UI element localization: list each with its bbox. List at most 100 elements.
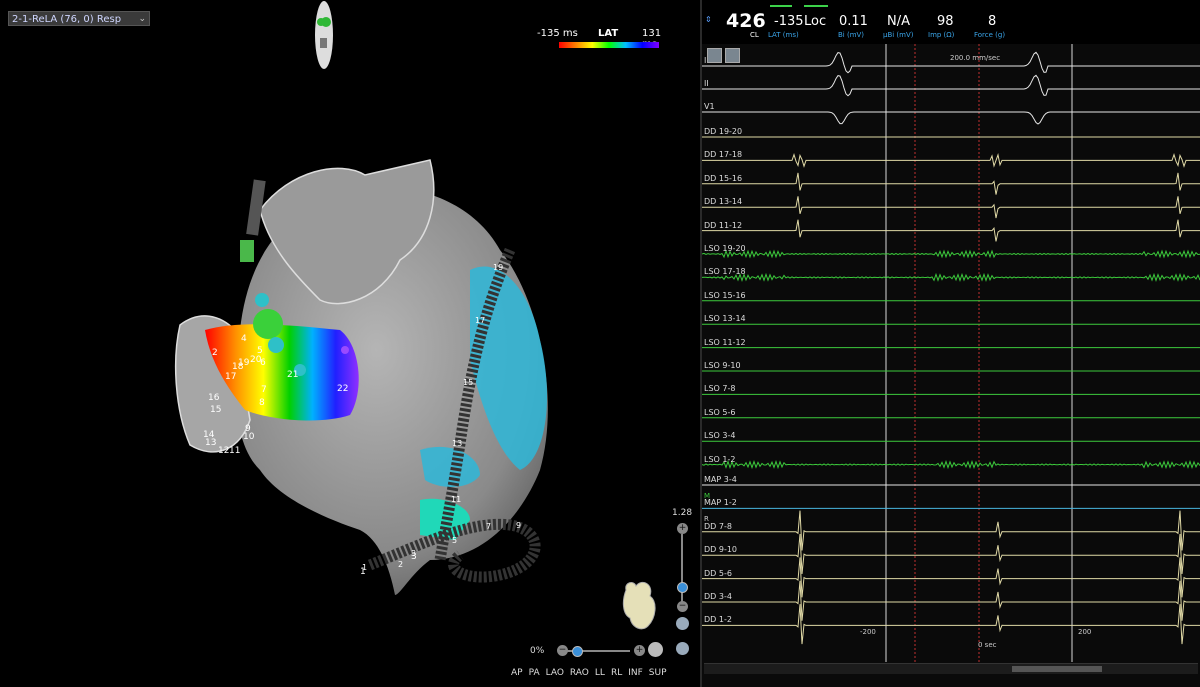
view-button-ap[interactable]: AP [511, 668, 523, 678]
opacity-slider[interactable] [566, 646, 630, 657]
electrode-label: 16 [208, 393, 220, 403]
catheter-electrode-label: 3 [411, 549, 417, 558]
signal-trace [702, 172, 1200, 195]
marker-r: R [704, 515, 709, 523]
measurement-header: ⇕ 426 CL -135 LAT (ms) Loc 0.11 Bi (mV) … [702, 0, 1200, 44]
view-sphere-icon[interactable] [648, 642, 663, 657]
catheter-electrode-label: 7 [486, 522, 492, 531]
signal-trace [702, 460, 1200, 470]
view-button-ll[interactable]: LL [595, 668, 605, 678]
scrollbar-thumb[interactable] [1012, 666, 1102, 672]
electrode-label: 20 [250, 355, 262, 365]
chevron-icon[interactable]: ⇕ [705, 15, 712, 24]
trace-label[interactable]: LSO 11-12 [704, 338, 746, 347]
trace-label[interactable]: DD 15-16 [704, 174, 742, 183]
catheter-electrode-label: 11 [451, 495, 462, 504]
signal-trace [702, 272, 1200, 282]
trace-label[interactable]: LSO 1-2 [704, 455, 735, 464]
trace-label[interactable]: V1 [704, 102, 715, 111]
zoom-in-button[interactable]: + [677, 523, 688, 534]
trace-label[interactable]: DD 1-2 [704, 615, 732, 624]
rotate-up-icon[interactable] [676, 642, 689, 655]
catheter-electrode-label: 9 [516, 521, 522, 530]
signal-trace [702, 557, 1200, 598]
zoom-out-button[interactable]: − [677, 601, 688, 612]
electrode-label: 22 [337, 384, 349, 394]
axis-right-label: 200 [1078, 628, 1092, 636]
trace-label[interactable]: DD 19-20 [704, 127, 742, 136]
electrode-label: 14 [203, 430, 215, 440]
bi-label: Bi (mV) [838, 31, 865, 39]
electrode-label: 12 [218, 446, 230, 456]
loc-value: Loc [804, 14, 827, 29]
trace-label[interactable]: LSO 19-20 [704, 244, 746, 253]
trace-label[interactable]: I [704, 56, 706, 65]
axis-left-label: -200 [860, 628, 876, 636]
electrode-label: 21 [287, 370, 299, 380]
trace-label[interactable]: LSO 9-10 [704, 361, 741, 370]
catheter-electrode-label: 2 [398, 560, 404, 569]
trace-label[interactable]: MAP 3-4 [704, 475, 737, 484]
trace-label[interactable]: LSO 3-4 [704, 431, 735, 440]
time-scrollbar[interactable] [704, 663, 1198, 674]
electrode-label: 17 [225, 372, 237, 382]
view-button-rl[interactable]: RL [611, 668, 622, 678]
zoom-value: 1.28 [672, 508, 693, 518]
catheter-electrode-label: 13 [452, 439, 463, 448]
view-button-sup[interactable]: SUP [649, 668, 667, 678]
map-3d-panel[interactable]: 2-1-ReLA (76, 0) Resp ⌄ -135 ms LAT 131 … [0, 0, 700, 687]
imp-value: 98 [937, 14, 954, 29]
trace-label[interactable]: DD 5-6 [704, 569, 732, 578]
green-indicator [804, 5, 828, 7]
ablation-ball [253, 309, 283, 339]
view-button-inf[interactable]: INF [628, 668, 643, 678]
signal-trace [702, 580, 1200, 621]
force-value: 8 [988, 14, 997, 29]
green-indicator [770, 5, 792, 7]
trace-label[interactable]: DD 9-10 [704, 545, 737, 554]
catheter-electrode-label: 17 [475, 316, 486, 325]
signal-trace [702, 219, 1200, 242]
trace-label[interactable]: DD 17-18 [704, 150, 742, 159]
view-buttons: AP PA LAO RAO LL RL INF SUP [511, 668, 673, 678]
electrode-label: 2 [212, 348, 218, 358]
electrode-label: 4 [241, 334, 247, 344]
catheter-electrode-label: 5 [452, 536, 458, 545]
catheter-electrode-label: 1 [362, 563, 368, 572]
trace-label[interactable]: DD 7-8 [704, 522, 732, 531]
signal-trace [702, 533, 1200, 574]
trace-label[interactable]: II [704, 79, 709, 88]
zoom-slider[interactable] [677, 534, 688, 608]
trace-label[interactable]: LSO 7-8 [704, 384, 735, 393]
electrode-label: 7 [261, 385, 267, 395]
trace-label[interactable]: DD 13-14 [704, 197, 742, 206]
trace-label[interactable]: LSO 5-6 [704, 408, 735, 417]
electrode-label: 15 [210, 405, 222, 415]
catheter-electrode-label: 15 [463, 378, 474, 387]
signal-trace [702, 111, 1200, 125]
opacity-increase-button[interactable]: + [634, 645, 645, 656]
signal-trace [702, 74, 1200, 97]
trace-label[interactable]: DD 11-12 [704, 221, 742, 230]
view-button-lao[interactable]: LAO [546, 668, 564, 678]
opacity-slider-knob[interactable] [572, 646, 583, 657]
signal-trace [702, 196, 1200, 219]
electrode-label: 19 [238, 358, 250, 368]
opacity-value: 0% [530, 646, 545, 656]
trace-label[interactable]: LSO 17-18 [704, 267, 746, 276]
heart-orientation-icon[interactable] [620, 578, 662, 632]
zoom-slider-knob[interactable] [677, 582, 688, 593]
atrium-3d-model[interactable] [0, 0, 700, 687]
marker-m: M [704, 492, 711, 500]
view-button-pa[interactable]: PA [529, 668, 540, 678]
rotate-down-icon[interactable] [676, 617, 689, 630]
view-button-rao[interactable]: RAO [570, 668, 589, 678]
signal-traces[interactable] [702, 44, 1200, 662]
signal-trace [702, 51, 1200, 74]
trace-label[interactable]: LSO 15-16 [704, 291, 746, 300]
trace-label[interactable]: DD 3-4 [704, 592, 732, 601]
ubi-label: µBi (mV) [883, 31, 914, 39]
electrode-label: 8 [259, 398, 265, 408]
trace-label[interactable]: LSO 13-14 [704, 314, 746, 323]
signal-trace [702, 152, 1200, 168]
